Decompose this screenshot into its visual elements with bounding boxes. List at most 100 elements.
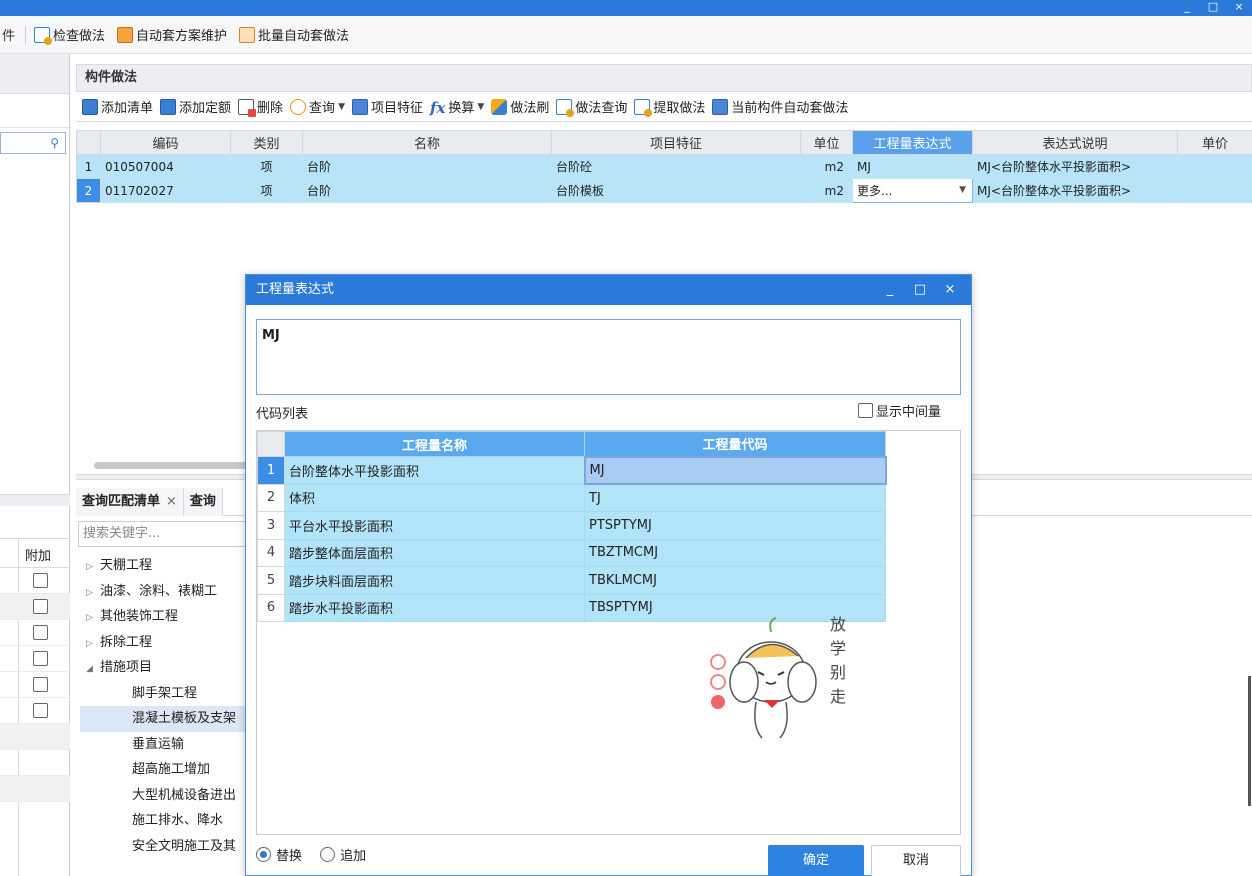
expand-icon[interactable]: ▷ [86, 555, 100, 579]
append-radio[interactable]: 追加 [320, 845, 366, 864]
tree-item[interactable]: ▷ 拆除工程 [80, 630, 250, 656]
method-query-button[interactable]: 做法查询 [556, 97, 627, 117]
attach-checkbox[interactable] [33, 703, 48, 718]
code-row[interactable]: 1 台阶整体水平投影面积 MJ [257, 455, 887, 485]
tree-item[interactable]: 施工排水、降水 [80, 808, 250, 834]
delete-button[interactable]: 删除 [238, 97, 283, 117]
type-cell[interactable]: 项 [230, 178, 303, 203]
tree-item-selected[interactable]: 混凝土模板及支架 [80, 706, 250, 732]
unit-cell[interactable]: m2 [800, 178, 853, 203]
tree-item[interactable]: ◢ 措施项目 [80, 655, 250, 681]
table-row[interactable]: 1 010507004 项 台阶 台阶砼 m2 MJ MJ<台阶整体水平投影面积… [76, 154, 1252, 179]
expand-icon[interactable]: ▷ [86, 632, 100, 656]
show-intermediate-toggle[interactable]: 显示中间量 [857, 401, 941, 420]
quantity-name-cell[interactable]: 台阶整体水平投影面积 [284, 456, 585, 485]
tab-query[interactable]: 查询 [183, 488, 223, 516]
ok-button[interactable]: 确定 [768, 845, 864, 876]
tree-item[interactable]: 安全文明施工及其 [80, 834, 250, 860]
tree-item[interactable]: 大型机械设备进出 [80, 783, 250, 809]
expand-icon[interactable]: ▷ [86, 606, 100, 630]
code-row[interactable]: 3 平台水平投影面积 PTSPTYMJ [257, 511, 886, 540]
quantity-name-cell[interactable]: 踏步水平投影面积 [284, 593, 585, 622]
quantity-code-cell[interactable]: TBKLMCMJ [584, 566, 886, 595]
component-search-input[interactable]: ⚲ [0, 132, 66, 154]
keyword-search-input[interactable]: 搜索关键字... [78, 521, 248, 547]
feature-cell[interactable]: 台阶模板 [551, 178, 801, 203]
name-cell[interactable]: 台阶 [302, 178, 552, 203]
column-header[interactable]: 编码 [100, 130, 231, 155]
maximize-icon[interactable]: □ [905, 275, 935, 305]
expression-cell[interactable]: MJ [852, 154, 973, 179]
code-cell[interactable]: 011702027 [100, 178, 231, 203]
column-header[interactable]: 单价 [1177, 130, 1252, 155]
column-header[interactable]: 名称 [302, 130, 552, 155]
column-header[interactable]: 表达式说明 [972, 130, 1178, 155]
quantity-name-cell[interactable]: 体积 [284, 483, 585, 512]
method-brush-button[interactable]: 做法刷 [491, 97, 549, 116]
price-cell[interactable] [1177, 178, 1252, 203]
column-header[interactable]: 类别 [230, 130, 303, 155]
column-header[interactable]: 项目特征 [551, 130, 801, 155]
add-list-button[interactable]: 添加清单 [82, 97, 153, 116]
chevron-down-icon[interactable]: ▼ [338, 102, 345, 112]
code-row[interactable]: 2 体积 TJ [257, 483, 886, 512]
attach-checkbox[interactable] [33, 573, 48, 588]
attach-checkbox[interactable] [33, 677, 48, 692]
quantity-name-cell[interactable]: 踏步整体面层面积 [284, 538, 585, 567]
expression-desc-cell[interactable]: MJ<台阶整体水平投影面积> [972, 178, 1178, 203]
chevron-down-icon[interactable]: ▼ [959, 185, 966, 195]
quantity-code-cell[interactable]: TBZTMCMJ [584, 538, 886, 567]
expression-desc-cell[interactable]: MJ<台阶整体水平投影面积> [972, 154, 1178, 179]
column-header-active[interactable]: 工程量表达式 [852, 130, 973, 155]
price-cell[interactable] [1177, 154, 1252, 179]
tree-item[interactable]: ▷ 其他装饰工程 [80, 604, 250, 630]
quantity-code-cell[interactable]: PTSPTYMJ [584, 511, 886, 540]
auto-scheme-button[interactable]: 自动套方案维护 [117, 25, 227, 44]
expression-input[interactable]: MJ [256, 319, 961, 395]
tab-match-list[interactable]: 查询匹配清单 × [76, 488, 184, 516]
code-row[interactable]: 5 踏步块料面层面积 TBKLMCMJ [257, 566, 886, 595]
column-header[interactable]: 工程量代码 [584, 431, 886, 457]
attach-checkbox[interactable] [33, 625, 48, 640]
code-row[interactable]: 4 踏步整体面层面积 TBZTMCMJ [257, 538, 886, 567]
quantity-code-cell[interactable]: MJ [583, 455, 887, 485]
close-icon[interactable]: × [935, 275, 965, 305]
code-cell[interactable]: 010507004 [100, 154, 231, 179]
radio-selected-icon[interactable] [256, 847, 271, 862]
table-row[interactable]: 2 011702027 项 台阶 台阶模板 m2 更多... ▼ MJ<台阶整体… [76, 178, 1252, 203]
convert-button[interactable]: fx 换算 ▼ [430, 97, 484, 117]
collapse-icon[interactable]: ◢ [86, 657, 100, 681]
tree-item[interactable]: ▷ 油漆、涂料、裱糊工 [80, 579, 250, 605]
horizontal-scrollbar[interactable] [94, 462, 264, 469]
quantity-name-cell[interactable]: 平台水平投影面积 [284, 511, 585, 540]
expression-editor-cell[interactable]: 更多... ▼ [852, 178, 973, 203]
quantity-name-cell[interactable]: 踏步块料面层面积 [284, 566, 585, 595]
column-header[interactable]: 工程量名称 [284, 431, 585, 457]
query-button[interactable]: 查询 ▼ [290, 97, 345, 116]
tree-item[interactable]: 超高施工增加 [80, 757, 250, 783]
name-cell[interactable]: 台阶 [302, 154, 552, 179]
tree-item[interactable]: ▷ 天棚工程 [80, 553, 250, 579]
maximize-icon[interactable]: □ [1200, 1, 1226, 13]
cancel-button[interactable]: 取消 [871, 845, 961, 876]
expand-icon[interactable]: ▷ [86, 581, 100, 605]
tree-item[interactable]: 垂直运输 [80, 732, 250, 758]
close-icon[interactable]: × [1226, 1, 1252, 13]
attach-checkbox[interactable] [33, 599, 48, 614]
attach-checkbox[interactable] [33, 651, 48, 666]
feature-cell[interactable]: 台阶砼 [551, 154, 801, 179]
show-intermediate-checkbox[interactable] [857, 403, 873, 418]
radio-icon[interactable] [320, 847, 336, 862]
type-cell[interactable]: 项 [230, 154, 303, 179]
column-header[interactable]: 单位 [800, 130, 853, 155]
add-quota-button[interactable]: 添加定额 [160, 97, 231, 116]
chevron-down-icon[interactable]: ▼ [477, 102, 484, 112]
close-icon[interactable]: × [166, 494, 177, 509]
batch-auto-button[interactable]: 批量自动套做法 [239, 25, 349, 44]
unit-cell[interactable]: m2 [800, 154, 853, 179]
tree-item[interactable]: 脚手架工程 [80, 681, 250, 707]
minimize-icon[interactable]: _ [1174, 1, 1200, 13]
extract-method-button[interactable]: 提取做法 [634, 97, 705, 117]
quantity-code-cell[interactable]: TJ [584, 483, 886, 512]
search-icon[interactable]: ⚲ [50, 136, 59, 150]
